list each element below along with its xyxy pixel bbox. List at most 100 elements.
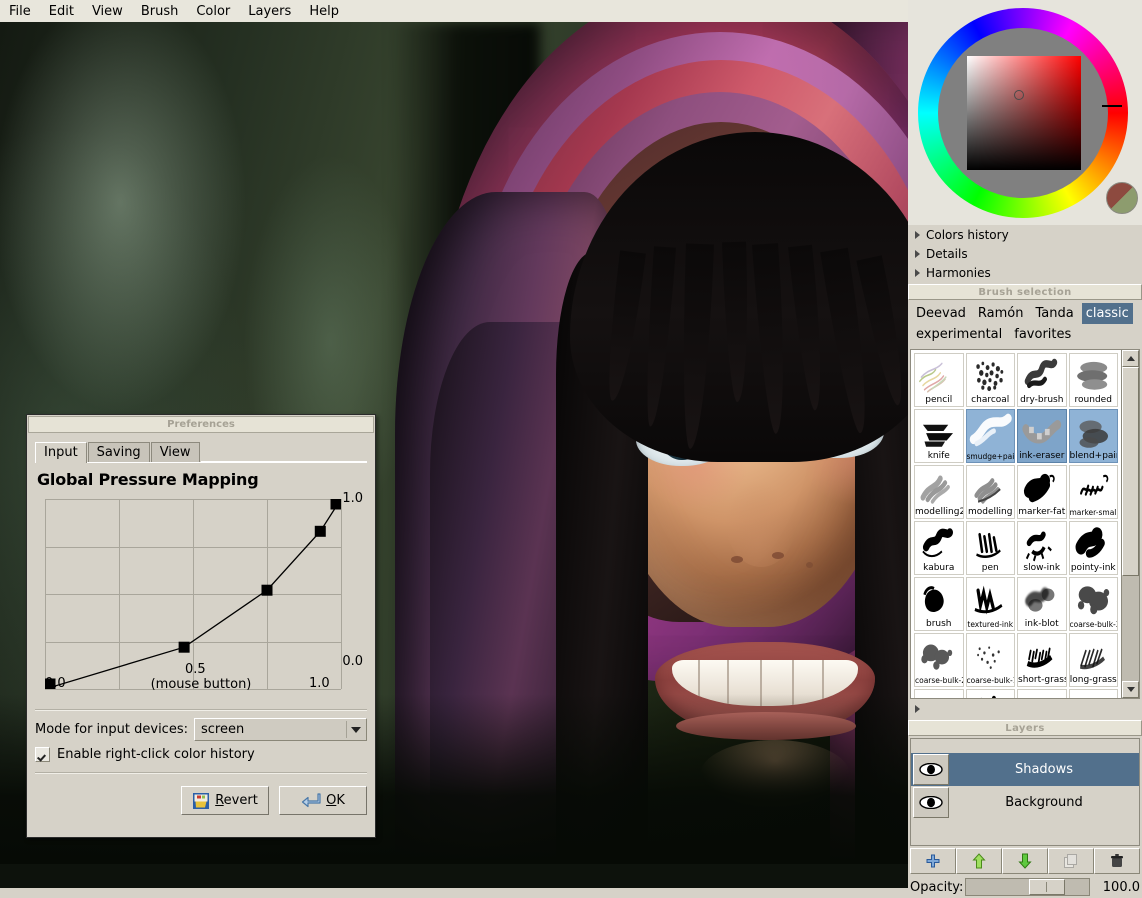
brush-cell[interactable]: modelling — [965, 465, 1015, 519]
preferences-dialog[interactable]: Preferences Input Saving View Global Pre… — [26, 414, 376, 838]
brush-cell[interactable]: ink-blot — [1017, 577, 1067, 631]
brush-group-tab[interactable]: Tanda — [1032, 303, 1078, 324]
color-selector[interactable] — [908, 0, 1142, 225]
brush-cell[interactable]: marker-small — [1068, 465, 1118, 519]
tab-input[interactable]: Input — [35, 442, 87, 463]
chevron-down-icon[interactable] — [346, 721, 364, 738]
brush-cell[interactable]: pen — [965, 521, 1015, 575]
brush-label: slow-ink — [1023, 563, 1061, 573]
brush-cell[interactable]: charcoal — [965, 353, 1015, 407]
brush-group-tab[interactable]: classic — [1081, 303, 1133, 324]
brush-label: dry-brush — [1020, 395, 1064, 405]
x-tick-mid: 0.5 — [185, 662, 206, 677]
menu-item-file[interactable]: File — [0, 2, 40, 21]
brush-cell[interactable]: marker-fat — [1017, 465, 1067, 519]
brush-grid[interactable]: pencil charcoal dry-brush rounded knife smudg… — [911, 350, 1121, 698]
brush-cell[interactable]: short-grass — [1017, 633, 1067, 687]
menu-item-help[interactable]: Help — [300, 2, 348, 21]
brush-cell[interactable]: textured-ink — [965, 577, 1015, 631]
brush-cell[interactable] — [965, 689, 1015, 698]
brush-cell[interactable]: coarse-bulk-1 — [965, 633, 1015, 687]
layer-name: Shadows — [1014, 762, 1074, 777]
menu-item-view[interactable]: View — [83, 2, 132, 21]
brush-label: modelling2 — [915, 507, 963, 517]
brush-preview-icon — [967, 634, 1015, 676]
brush-selection-titlebar: Brush selection — [908, 284, 1142, 300]
brush-cell[interactable]: coarse-bulk-2 — [914, 633, 964, 687]
brush-cell[interactable] — [914, 689, 964, 698]
chart-plot-area[interactable] — [45, 499, 342, 690]
brush-cell[interactable]: smudge+paint — [965, 409, 1015, 463]
chart-curve[interactable] — [45, 499, 341, 689]
expander-details[interactable]: Details — [908, 244, 1142, 263]
brush-cell[interactable]: pointy-ink — [1068, 521, 1118, 575]
preferences-tabs: Input Saving View — [35, 440, 367, 463]
input-mode-select[interactable]: screen — [194, 718, 367, 741]
brush-cell[interactable]: dry-brush — [1017, 353, 1067, 407]
tab-saving[interactable]: Saving — [87, 442, 150, 462]
brush-preview-icon — [1018, 466, 1066, 508]
scrollbar-track[interactable] — [1122, 367, 1139, 681]
brush-cell[interactable]: ink-eraser — [1017, 409, 1067, 463]
brush-cell[interactable]: kabura — [914, 521, 964, 575]
scroll-down-button[interactable] — [1122, 681, 1139, 698]
brush-cell[interactable]: coarse-bulk-3 — [1068, 577, 1118, 631]
opacity-slider[interactable] — [965, 878, 1090, 896]
lower-layer-button[interactable] — [1002, 848, 1048, 874]
layer-row[interactable]: Shadows — [911, 753, 1139, 786]
brush-group-tab[interactable]: Ramón — [974, 303, 1028, 324]
delete-layer-button[interactable] — [1094, 848, 1140, 874]
layer-visibility-toggle[interactable] — [913, 787, 949, 818]
brush-cell[interactable]: long-grass — [1068, 633, 1118, 687]
brush-label: marker-small — [1069, 508, 1118, 517]
revert-button[interactable]: Revert — [181, 786, 269, 815]
ok-button[interactable]: OK — [279, 786, 367, 815]
chevron-right-icon — [915, 230, 920, 239]
brush-cell[interactable]: blend+paint — [1068, 409, 1118, 463]
color-history-checkbox-row[interactable]: Enable right-click color history — [35, 747, 367, 762]
menu-item-layers[interactable]: Layers — [239, 2, 300, 21]
add-layer-button[interactable] — [910, 848, 956, 874]
brush-label: short-grass — [1018, 675, 1066, 685]
expander-colors-history[interactable]: Colors history — [908, 225, 1142, 244]
brush-grid-container: pencil charcoal dry-brush rounded knife smudg… — [910, 349, 1140, 699]
artwork-mole — [806, 562, 813, 568]
brush-label: blend+paint — [1069, 451, 1118, 461]
layer-visibility-toggle[interactable] — [913, 754, 949, 785]
brush-cell[interactable]: slow-ink — [1017, 521, 1067, 575]
layer-list[interactable]: Shadows Background — [910, 738, 1140, 846]
tab-view[interactable]: View — [150, 442, 200, 462]
opacity-slider-thumb[interactable] — [1029, 879, 1065, 895]
duplicate-layer-button[interactable] — [1048, 848, 1094, 874]
checkbox-icon[interactable] — [35, 747, 50, 762]
saturation-value-square[interactable] — [967, 56, 1081, 170]
brush-cell[interactable] — [1068, 689, 1118, 698]
brush-cell[interactable]: brush — [914, 577, 964, 631]
x-axis-label: (mouse button) — [150, 677, 252, 692]
brush-group-tab[interactable]: Deevad — [912, 303, 970, 324]
brush-group-tab[interactable]: favorites — [1010, 324, 1075, 345]
brush-group-tab[interactable]: experimental — [912, 324, 1006, 345]
brush-cell[interactable]: rounded — [1068, 353, 1118, 407]
preferences-body: Input Saving View Global Pressure Mappin… — [27, 434, 375, 823]
brush-cell[interactable]: knife — [914, 409, 964, 463]
brush-label: rounded — [1074, 395, 1112, 405]
layer-row[interactable]: Background — [911, 786, 1139, 819]
scroll-up-button[interactable] — [1122, 350, 1139, 367]
raise-layer-button[interactable] — [956, 848, 1002, 874]
brush-grid-scrollbar[interactable] — [1121, 350, 1139, 698]
pressure-mapping-chart[interactable]: 1.0 0.0 0.0 0.5 1.0 (mouse button) — [37, 491, 365, 703]
brush-preview-icon — [915, 466, 963, 508]
expander-brush-settings[interactable] — [908, 699, 1142, 718]
brush-cell[interactable] — [1017, 689, 1067, 698]
expander-harmonies[interactable]: Harmonies — [908, 263, 1142, 282]
menu-item-color[interactable]: Color — [187, 2, 239, 21]
menu-item-edit[interactable]: Edit — [40, 2, 83, 21]
menu-item-brush[interactable]: Brush — [132, 2, 188, 21]
input-mode-label: Mode for input devices: — [35, 722, 188, 737]
brush-cell[interactable]: modelling2 — [914, 465, 964, 519]
brush-cell[interactable]: pencil — [914, 353, 964, 407]
chevron-right-icon — [915, 249, 920, 258]
color-swatch[interactable] — [1106, 182, 1138, 214]
scrollbar-thumb[interactable] — [1122, 367, 1139, 577]
